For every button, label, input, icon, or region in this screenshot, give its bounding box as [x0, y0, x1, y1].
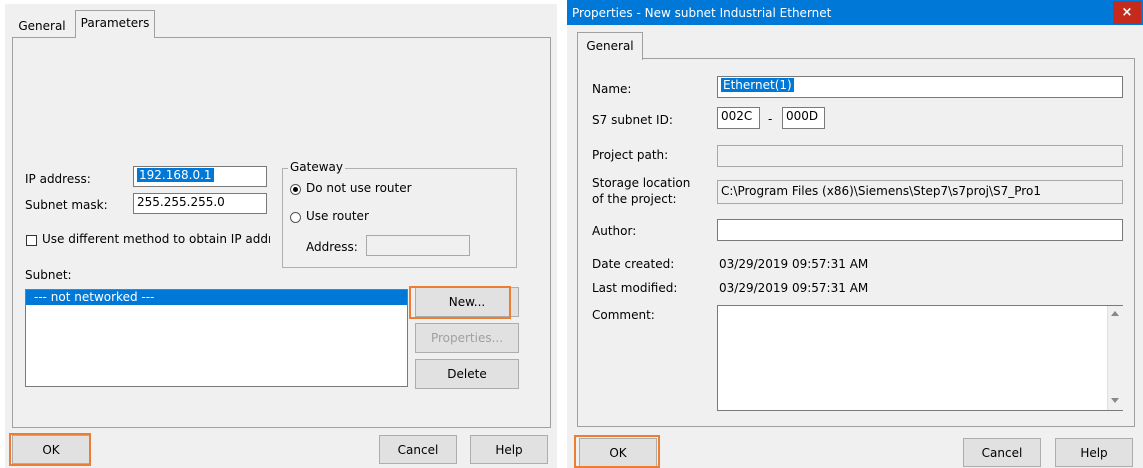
use-router-radio[interactable] — [290, 212, 301, 223]
no-router-radio[interactable] — [290, 184, 301, 195]
delete-button[interactable]: Delete — [415, 359, 519, 389]
last-modified-value: 03/29/2019 09:57:31 AM — [719, 281, 869, 295]
storage-location-label-line1: Storage location — [592, 176, 691, 190]
name-field[interactable]: Ethernet(1) — [717, 76, 1123, 98]
gateway-address-label: Address: — [306, 240, 358, 254]
cancel-button[interactable]: Cancel — [963, 438, 1041, 467]
date-created-value: 03/29/2019 09:57:31 AM — [719, 257, 869, 271]
subnet-id-separator: - — [768, 112, 773, 126]
subnet-mask-field[interactable]: 255.255.255.0 — [133, 193, 267, 214]
comment-scrollbar[interactable] — [1107, 306, 1123, 410]
date-created-label: Date created: — [592, 257, 675, 271]
last-modified-label: Last modified: — [592, 281, 678, 295]
subnet-label: Subnet: — [25, 268, 72, 282]
scroll-up-icon[interactable] — [1111, 311, 1119, 316]
subnet-mask-label: Subnet mask: — [25, 198, 108, 212]
subnet-properties-dialog: Properties - New subnet Industrial Ether… — [567, 0, 1143, 468]
project-path-field — [717, 145, 1123, 167]
use-router-label: Use router — [306, 209, 369, 223]
subnet-id-field-1[interactable]: 002C — [717, 107, 760, 129]
new-button-highlight — [409, 286, 511, 319]
window-title: Properties - New subnet Industrial Ether… — [572, 6, 832, 20]
project-path-label: Project path: — [592, 148, 669, 162]
tab-general[interactable]: General — [12, 15, 72, 37]
subnet-id-field-2[interactable]: 000D — [782, 107, 825, 129]
comment-label: Comment: — [592, 308, 655, 322]
diff-method-checkbox[interactable] — [26, 235, 37, 246]
close-icon[interactable]: × — [1113, 1, 1141, 24]
name-label: Name: — [592, 82, 632, 96]
tab-general[interactable]: General — [577, 32, 643, 60]
list-item[interactable]: --- not networked --- — [26, 290, 407, 305]
ip-address-value: 192.168.0.1 — [137, 168, 214, 182]
properties-button[interactable]: Properties... — [415, 323, 519, 353]
no-router-label: Do not use router — [306, 181, 412, 195]
gateway-title: Gateway — [288, 160, 346, 174]
help-button[interactable]: Help — [470, 435, 548, 464]
help-button[interactable]: Help — [1055, 438, 1133, 467]
tab-parameters[interactable]: Parameters — [75, 10, 155, 38]
ip-address-label: IP address: — [25, 172, 91, 186]
ok-button-highlight — [9, 433, 91, 466]
ok-button-highlight — [574, 435, 660, 468]
subnet-list[interactable]: --- not networked --- — [25, 289, 408, 387]
gateway-address-field[interactable] — [366, 235, 470, 256]
author-field[interactable] — [717, 219, 1123, 241]
ip-properties-dialog: General Parameters IP address: 192.168.0… — [5, 4, 557, 468]
author-label: Author: — [592, 224, 637, 238]
scroll-down-icon[interactable] — [1111, 398, 1119, 403]
comment-textarea[interactable] — [717, 305, 1123, 411]
ip-address-field[interactable]: 192.168.0.1 — [133, 166, 267, 187]
name-value: Ethernet(1) — [721, 78, 794, 92]
storage-location-field: C:\Program Files (x86)\Siemens\Step7\s7p… — [717, 180, 1123, 204]
cancel-button[interactable]: Cancel — [379, 435, 457, 464]
storage-location-label-line2: of the project: — [592, 192, 677, 206]
subnet-id-label: S7 subnet ID: — [592, 113, 673, 127]
diff-method-label: Use different method to obtain IP addres — [42, 232, 270, 246]
